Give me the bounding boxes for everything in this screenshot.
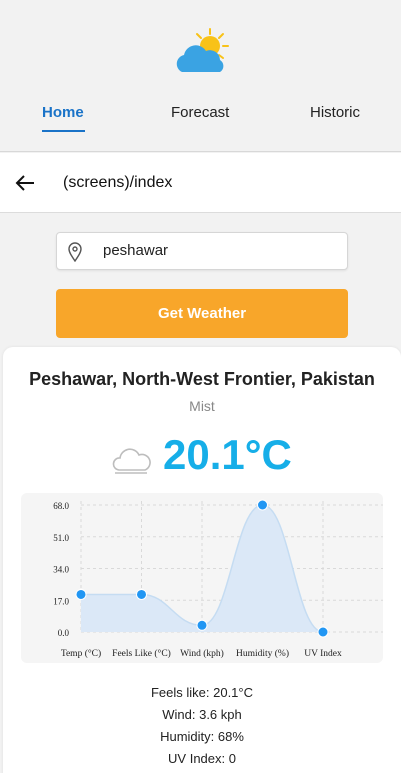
cloud-icon [112, 448, 151, 474]
x-tick-label: Temp (°C) [61, 648, 101, 659]
search-box[interactable] [56, 232, 348, 270]
location-title: Peshawar, North-West Frontier, Pakistan [29, 369, 375, 389]
data-point [136, 588, 147, 600]
temperature-value: 20.1°C [163, 431, 292, 478]
y-tick-label: 34.0 [53, 565, 69, 575]
data-point [75, 588, 87, 600]
tab-historic[interactable]: Historic [310, 104, 360, 121]
weather-chart: 68.0 51.0 34.0 17.0 0.0 Temp (°C) Feels Like (… [21, 493, 383, 663]
weather-card: Peshawar, North-West Frontier, Pakistan … [3, 347, 401, 773]
y-tick-label: 51.0 [53, 533, 69, 543]
data-point [317, 626, 329, 638]
condition-text: Mist [189, 398, 215, 414]
y-tick-label: 68.0 [53, 501, 69, 511]
data-point [257, 499, 268, 511]
y-tick-label: 17.0 [53, 596, 69, 606]
search-input[interactable] [103, 242, 333, 259]
get-weather-button[interactable]: Get Weather [56, 289, 348, 338]
x-tick-label: UV Index [304, 649, 342, 659]
arrow-left-icon[interactable] [14, 173, 36, 193]
data-point [196, 619, 208, 631]
humidity-text: Humidity: 68% [160, 729, 244, 744]
weather-details: Feels like: 20.1°C Wind: 3.6 kph Humidit… [3, 682, 401, 770]
tab-active-indicator [42, 130, 85, 132]
uv-index-text: UV Index: 0 [168, 751, 236, 766]
top-nav: Home Forecast Historic [0, 0, 401, 152]
feels-like-text: Feels like: 20.1°C [150, 685, 254, 700]
x-tick-label: Wind (kph) [180, 648, 224, 659]
page-header: (screens)/index [0, 153, 401, 213]
partly-cloudy-icon [176, 28, 229, 72]
tab-forecast[interactable]: Forecast [171, 104, 229, 121]
tab-home[interactable]: Home [42, 104, 84, 121]
x-tick-label: Feels Like (°C) [112, 648, 171, 659]
x-tick-label: Humidity (%) [236, 648, 289, 659]
y-tick-label: 0.0 [58, 628, 70, 638]
map-pin-icon [68, 242, 82, 262]
wind-text: Wind: 3.6 kph [162, 707, 242, 722]
page-title: (screens)/index [63, 174, 173, 191]
